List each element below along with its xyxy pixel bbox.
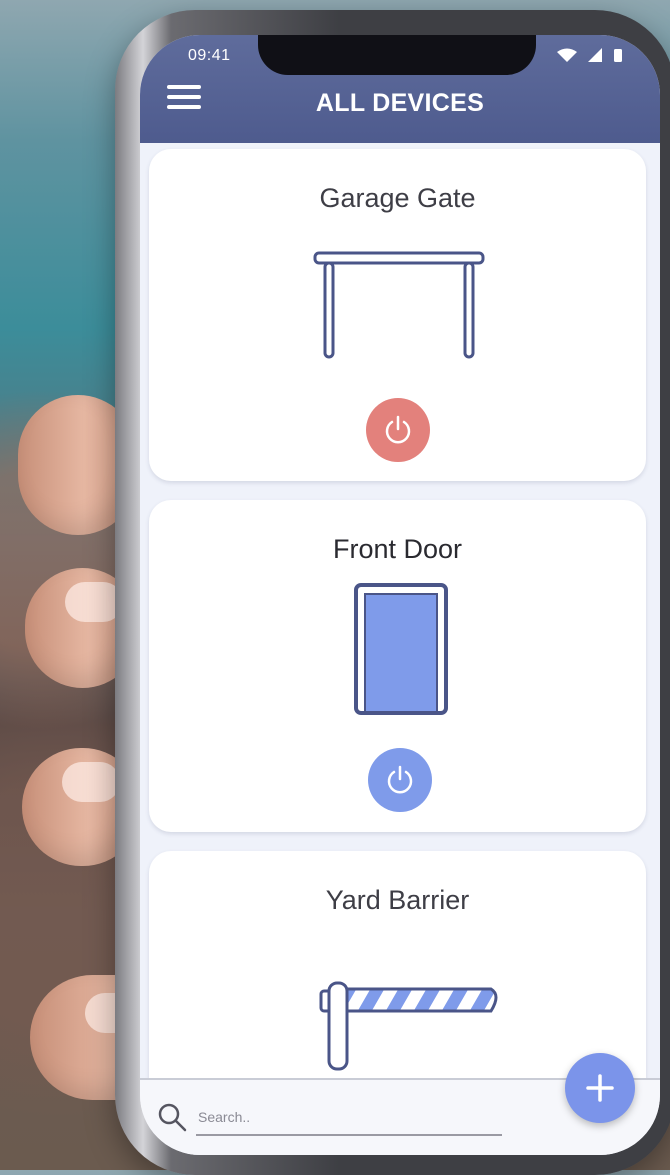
search-input[interactable] bbox=[196, 1100, 502, 1136]
header-bar: 09:41 ALL DEVICES bbox=[140, 35, 660, 143]
power-icon bbox=[387, 765, 413, 794]
device-name: Yard Barrier bbox=[325, 885, 470, 915]
status-icons bbox=[556, 47, 624, 63]
plus-icon bbox=[586, 1074, 614, 1102]
search-icon bbox=[158, 1103, 187, 1132]
device-name: Front Door bbox=[332, 534, 463, 564]
door-icon bbox=[354, 583, 448, 715]
device-card-garage-gate[interactable]: Garage Gate bbox=[149, 149, 646, 481]
page-title: ALL DEVICES bbox=[315, 89, 485, 117]
device-list: Garage Gate Front Door Yard Barrier bbox=[140, 143, 660, 1078]
power-button[interactable] bbox=[366, 398, 430, 462]
add-device-button[interactable] bbox=[565, 1053, 635, 1123]
wifi-icon bbox=[557, 48, 577, 62]
device-name: Garage Gate bbox=[319, 183, 476, 213]
gate-icon bbox=[313, 251, 485, 359]
battery-icon bbox=[614, 49, 622, 62]
device-card-yard-barrier[interactable]: Yard Barrier bbox=[149, 851, 646, 1078]
barrier-icon bbox=[319, 981, 498, 1071]
phone-screen: 09:41 ALL DEVICES Garage Gate Front Door… bbox=[140, 35, 660, 1155]
signal-icon bbox=[588, 48, 602, 62]
power-button[interactable] bbox=[368, 748, 432, 812]
phone-notch bbox=[258, 35, 536, 75]
device-card-front-door[interactable]: Front Door bbox=[149, 500, 646, 832]
status-time: 09:41 bbox=[188, 47, 231, 64]
power-icon bbox=[385, 415, 411, 444]
